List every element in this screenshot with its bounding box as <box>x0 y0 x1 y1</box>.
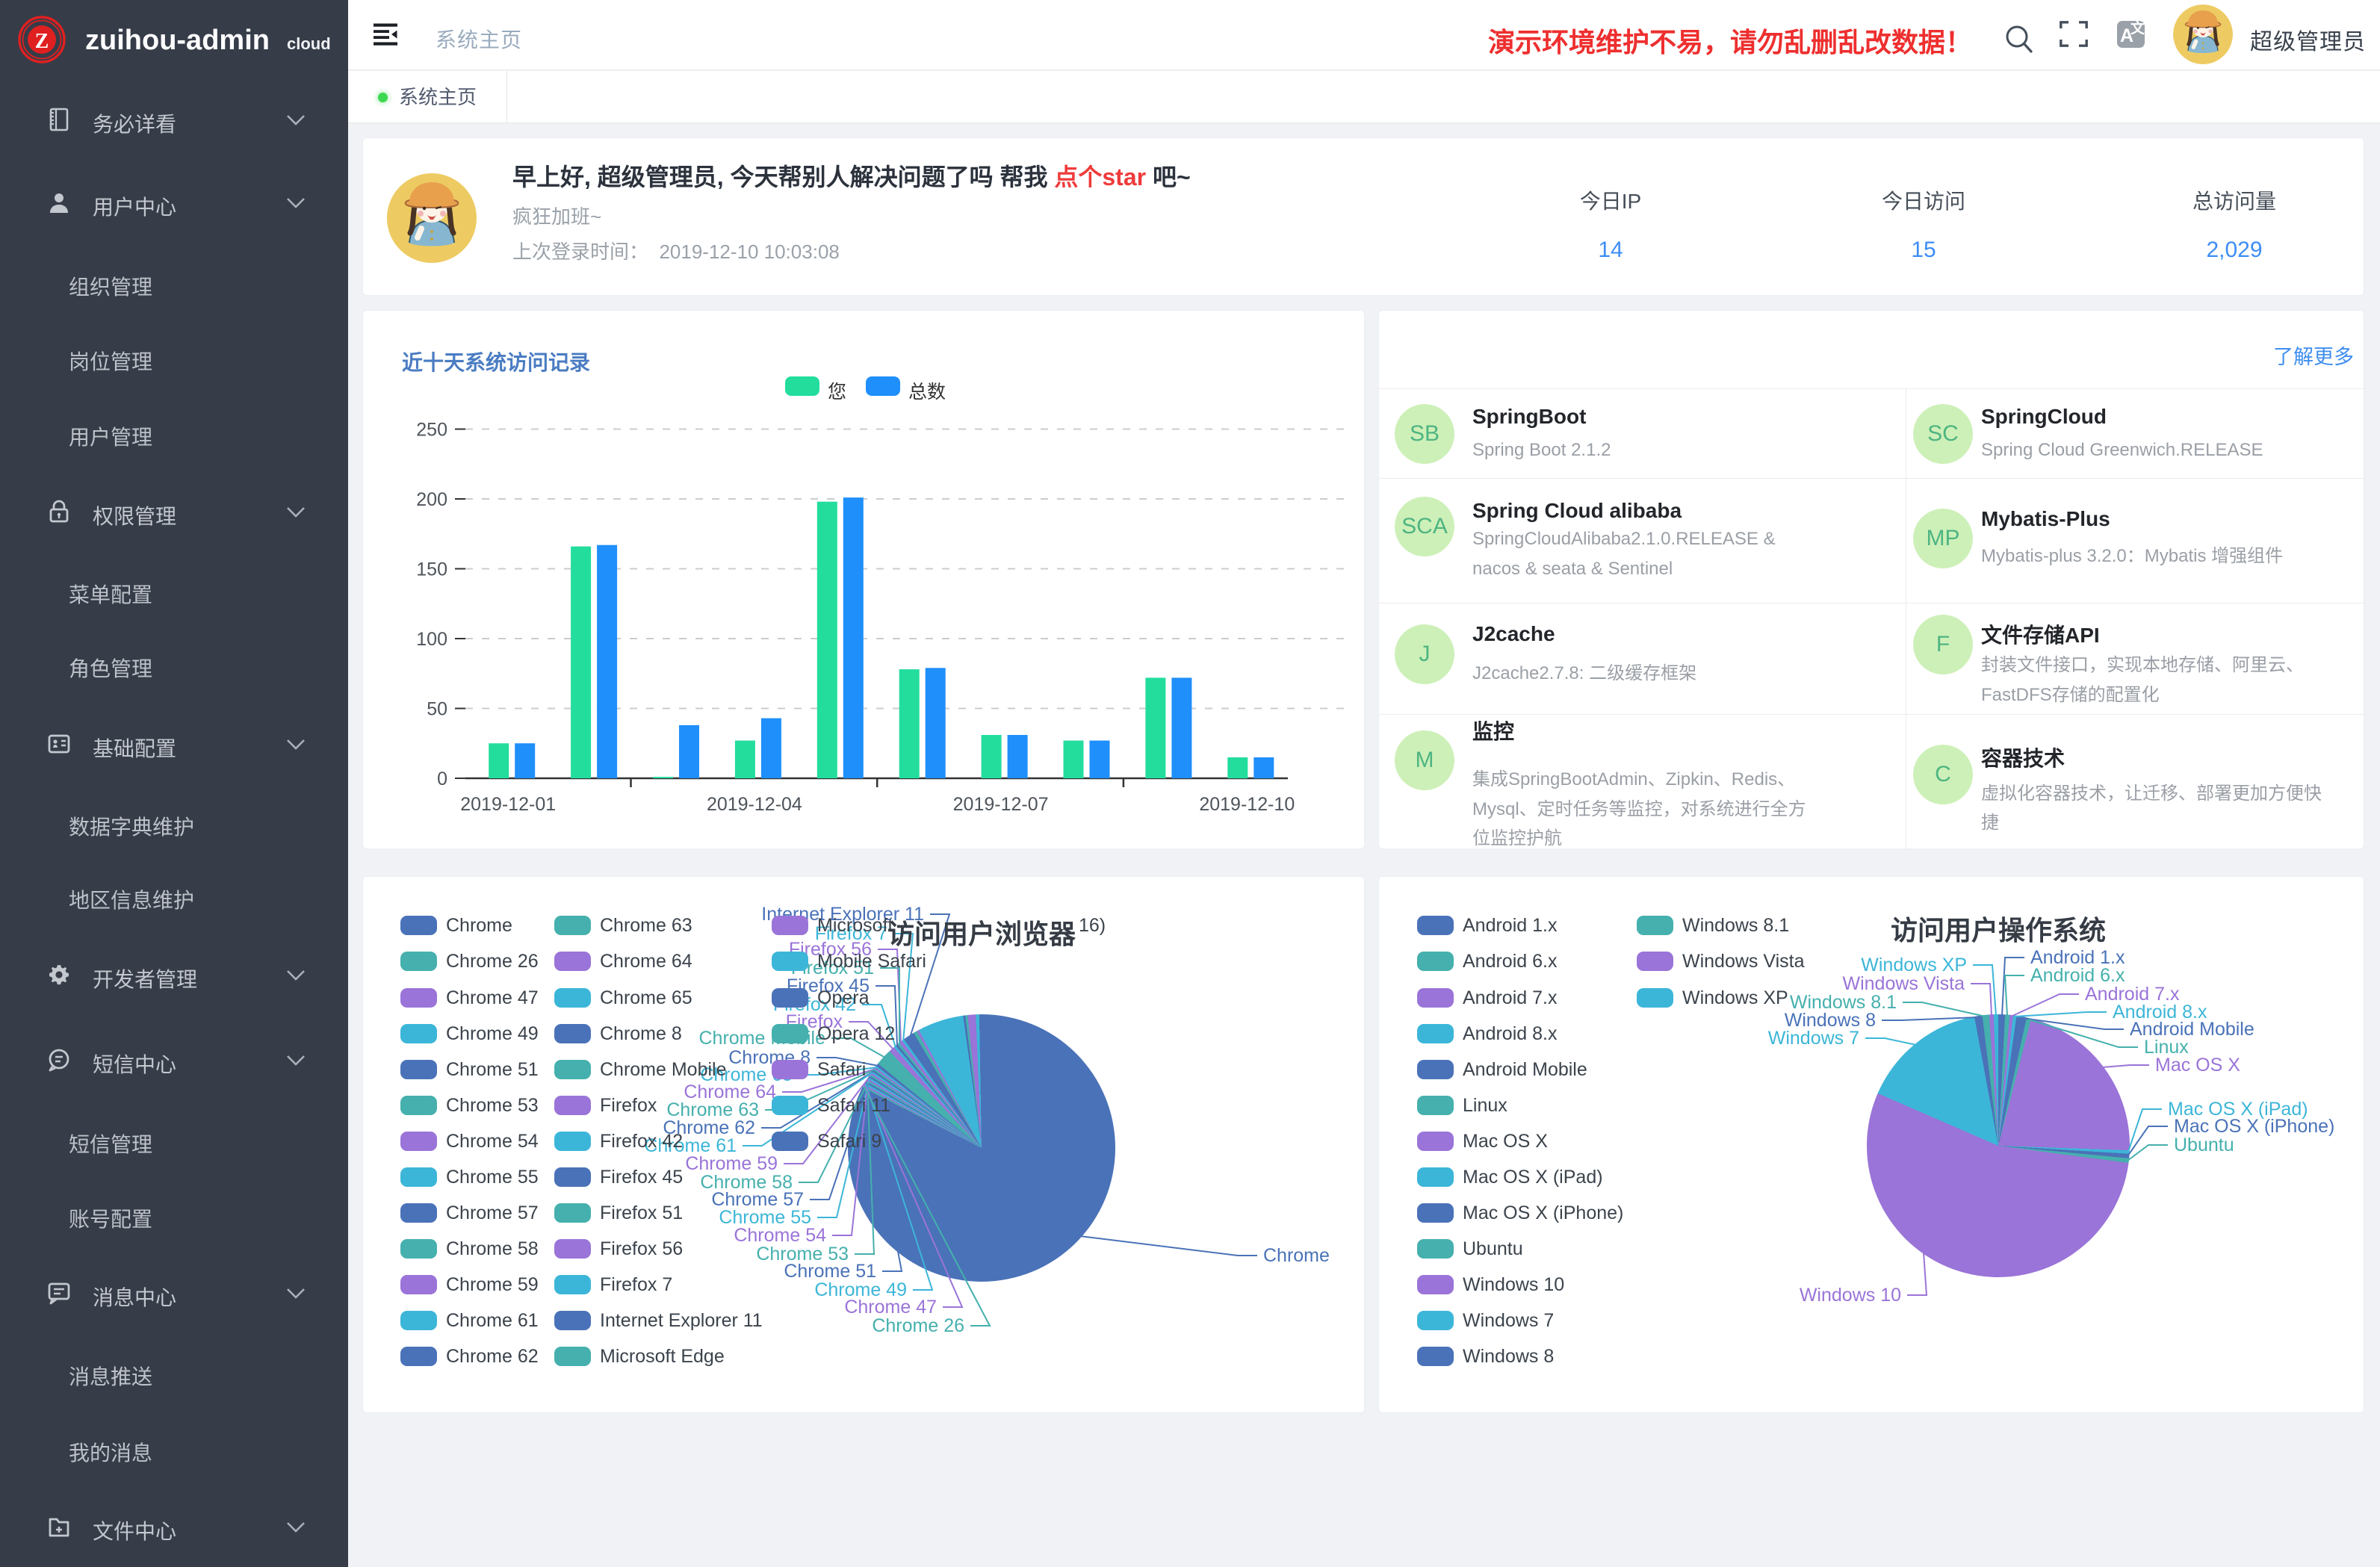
svg-text:2019-12-10: 2019-12-10 <box>1199 794 1295 815</box>
svg-text:150: 150 <box>416 559 447 580</box>
svg-text:2019-12-01: 2019-12-01 <box>460 794 556 815</box>
svg-text:2019-12-04: 2019-12-04 <box>707 794 802 815</box>
svg-text:200: 200 <box>416 489 447 510</box>
svg-text:0: 0 <box>437 769 447 789</box>
svg-text:Z: Z <box>35 30 49 53</box>
svg-text:250: 250 <box>416 420 447 441</box>
svg-text:50: 50 <box>427 699 447 720</box>
svg-text:100: 100 <box>416 629 447 650</box>
svg-text:2019-12-07: 2019-12-07 <box>953 794 1049 815</box>
